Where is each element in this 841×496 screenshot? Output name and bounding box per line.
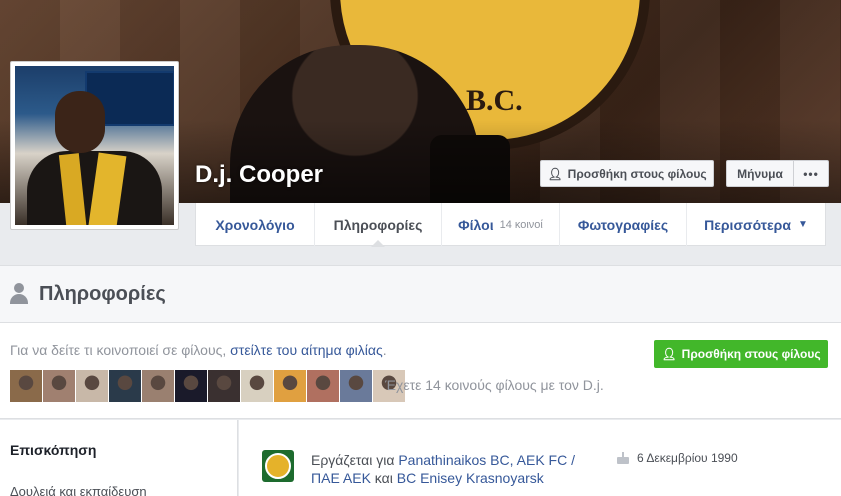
mutual-friend-avatar[interactable] xyxy=(307,370,339,402)
work-and: και xyxy=(370,470,397,486)
add-friend-green-button[interactable]: 👤︎ Προσθήκη στους φίλους xyxy=(654,340,828,368)
profile-picture[interactable] xyxy=(10,61,179,230)
mutual-friend-avatar[interactable] xyxy=(76,370,108,402)
message-label: Μήνυμα xyxy=(737,166,783,181)
friend-request-panel: Για να δείτε τι κοινοποιεί σε φίλους, στ… xyxy=(0,323,841,419)
tab-photos-label: Φωτογραφίες xyxy=(577,216,669,233)
tab-photos[interactable]: Φωτογραφίες xyxy=(559,203,686,246)
message-button[interactable]: Μήνυμα xyxy=(726,160,794,187)
tab-about-label: Πληροφορίες xyxy=(333,216,423,233)
friend-request-text: Για να δείτε τι κοινοποιεί σε φίλους, xyxy=(10,342,231,358)
tab-timeline[interactable]: Χρονολόγιο xyxy=(196,203,314,246)
mutual-friend-avatar[interactable] xyxy=(10,370,42,402)
cover-crest-text: B.C. xyxy=(466,84,523,117)
overview-content: Εργάζεται για Panathinaikos BC, AEK FC /… xyxy=(239,420,841,496)
birthday-date: 6 Δεκεμβρίου 1990 xyxy=(637,451,738,465)
profile-name[interactable]: D.j. Cooper xyxy=(195,161,323,189)
tab-more-label: Περισσότερα xyxy=(704,216,791,233)
sidebar-item-work-education[interactable]: Δουλειά και εκπαίδευση xyxy=(10,484,147,496)
person-icon xyxy=(9,283,29,305)
mutual-friend-avatar[interactable] xyxy=(208,370,240,402)
birthday-info: 6 Δεκεμβρίου 1990 xyxy=(617,451,738,465)
work-info: Εργάζεται για Panathinaikos BC, AEK FC /… xyxy=(311,451,591,487)
friend-request-text-end: . xyxy=(382,342,387,358)
mutual-friend-avatar[interactable] xyxy=(340,370,372,402)
tab-timeline-label: Χρονολόγιο xyxy=(215,216,295,233)
tab-more[interactable]: Περισσότερα ▼ xyxy=(686,203,825,246)
add-friend-button[interactable]: 👤︎ Προσθήκη στους φίλους xyxy=(540,160,714,187)
team-logo-icon[interactable] xyxy=(262,450,294,482)
work-last-employer-link[interactable]: BC Enisey Krasnoyarsk xyxy=(397,470,544,486)
about-sidebar: Επισκόπηση Δουλειά και εκπαίδευση xyxy=(0,420,238,496)
mutual-friend-avatar[interactable] xyxy=(142,370,174,402)
send-friend-request-link[interactable]: στείλτε του αίτημα φιλίας xyxy=(230,342,383,358)
tab-friends-mutual-count: 14 κοινοί xyxy=(499,218,543,231)
cake-icon xyxy=(617,452,629,464)
tab-friends-label: Φίλοι xyxy=(458,216,494,233)
avatar-head xyxy=(55,91,105,153)
mutual-friends-text[interactable]: Έχετε 14 κοινούς φίλους με τον D.j. xyxy=(385,377,604,393)
add-friend-green-label: Προσθήκη στους φίλους xyxy=(681,347,821,361)
tab-about[interactable]: Πληροφορίες xyxy=(314,203,441,247)
add-friend-icon: 👤︎ xyxy=(661,347,677,361)
add-friend-label: Προσθήκη στους φίλους xyxy=(567,166,707,181)
more-options-button[interactable]: ••• xyxy=(793,160,829,187)
profile-nav: Χρονολόγιο Πληροφορίες Φίλοι 14 κοινοί Φ… xyxy=(195,203,826,247)
chevron-down-icon: ▼ xyxy=(797,219,808,230)
tab-friends[interactable]: Φίλοι 14 κοινοί xyxy=(441,203,559,246)
avatar xyxy=(15,66,174,225)
work-prefix: Εργάζεται για xyxy=(311,452,399,468)
mutual-friend-avatar[interactable] xyxy=(109,370,141,402)
more-dots-icon: ••• xyxy=(803,166,819,181)
mutual-friends-thumbnails xyxy=(10,370,405,402)
mutual-friend-avatar[interactable] xyxy=(241,370,273,402)
mutual-friend-avatar[interactable] xyxy=(274,370,306,402)
friend-request-message: Για να δείτε τι κοινοποιεί σε φίλους, στ… xyxy=(10,342,387,358)
sidebar-item-overview[interactable]: Επισκόπηση xyxy=(10,442,96,458)
add-friend-icon: 👤︎ xyxy=(547,166,563,181)
mutual-friend-avatar[interactable] xyxy=(175,370,207,402)
about-section-title: Πληροφορίες xyxy=(39,282,166,305)
mutual-friend-avatar[interactable] xyxy=(43,370,75,402)
about-section-header: Πληροφορίες xyxy=(0,265,841,323)
